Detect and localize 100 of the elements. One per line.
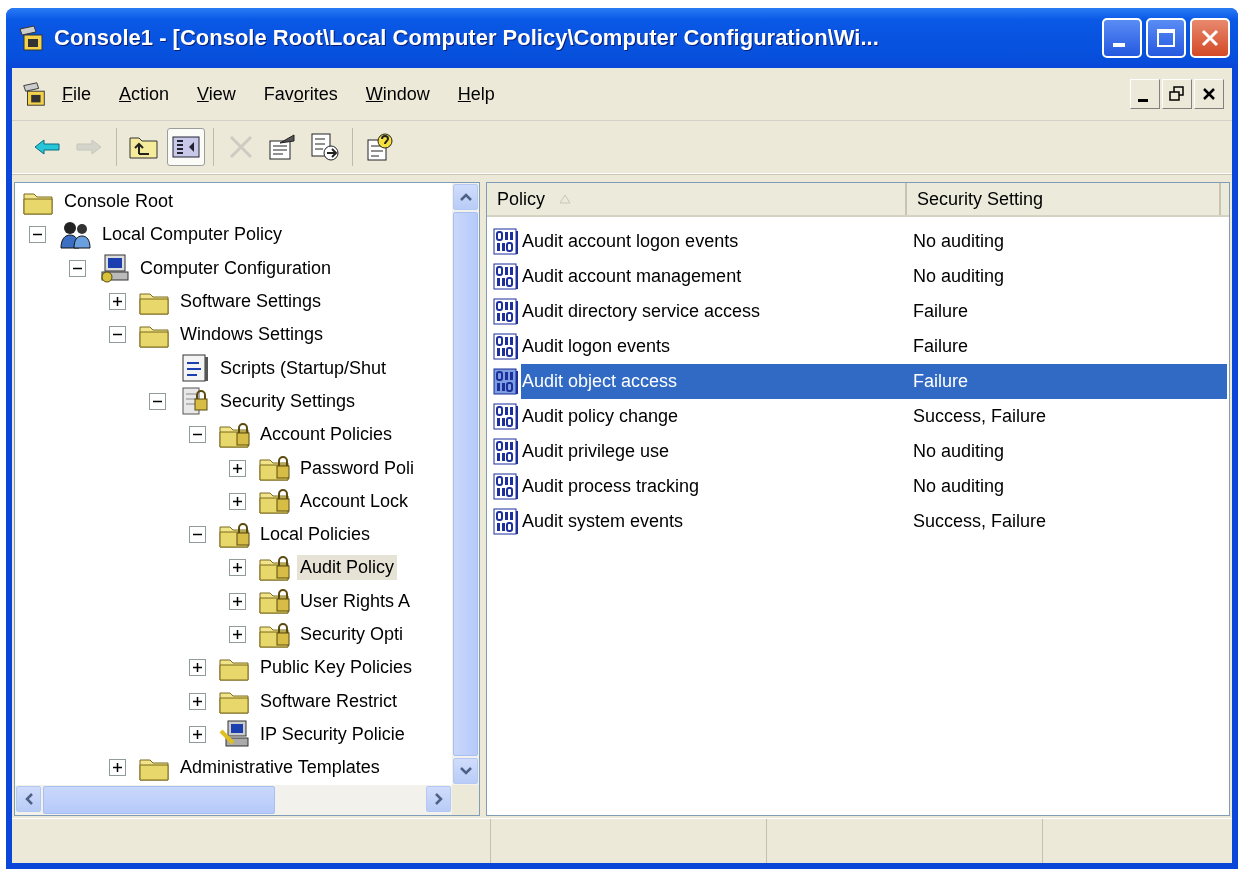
binary-policy-icon xyxy=(493,507,519,536)
plus-icon xyxy=(232,595,243,607)
expand-toggle[interactable] xyxy=(29,226,46,244)
menu-item[interactable]: View xyxy=(183,79,250,109)
chevron-down-icon xyxy=(459,767,472,775)
setting-cell-text: No auditing xyxy=(912,440,1006,463)
menu-item[interactable]: Favorites xyxy=(249,79,352,109)
locked-folder-icon xyxy=(259,455,291,481)
horizontal-scrollbar[interactable] xyxy=(15,785,452,815)
policy-cell[interactable]: Audit account management xyxy=(521,259,913,294)
tree-item[interactable]: Windows Settings xyxy=(177,322,327,348)
minimize-icon xyxy=(1113,43,1125,47)
help-icon xyxy=(365,132,395,162)
tree-item[interactable]: User Rights A xyxy=(297,588,414,614)
export-list-icon xyxy=(310,132,340,162)
expand-toggle[interactable] xyxy=(149,392,166,410)
column-header[interactable]: Policy xyxy=(487,183,907,215)
binary-policy-icon xyxy=(493,297,519,326)
menu-item[interactable]: Action xyxy=(105,79,184,109)
expand-toggle[interactable] xyxy=(109,326,126,344)
delete-icon xyxy=(228,134,254,160)
tree-item[interactable]: Scripts (Startup/Shut xyxy=(217,355,390,381)
maximize-button[interactable] xyxy=(1146,18,1186,58)
tree-pane-icon xyxy=(172,135,200,159)
back-arrow-icon xyxy=(33,138,61,156)
tree-item[interactable]: Security Opti xyxy=(297,622,407,647)
plus-icon xyxy=(112,762,123,774)
tree-item[interactable]: Local Policies xyxy=(257,522,374,548)
expand-toggle[interactable] xyxy=(189,659,206,677)
setting-cell-text: Failure xyxy=(912,335,970,358)
tree-item[interactable]: Administrative Templates xyxy=(177,755,383,781)
server-lock-icon xyxy=(179,385,211,418)
setting-cell-text: No auditing xyxy=(912,475,1006,498)
expand-toggle[interactable] xyxy=(229,459,246,477)
tree-item[interactable]: Password Poli xyxy=(297,455,418,481)
plus-icon xyxy=(192,728,203,740)
policy-cell[interactable]: Audit policy change xyxy=(521,399,913,434)
expand-toggle[interactable] xyxy=(189,725,206,743)
setting-cell-text: Success, Failure xyxy=(912,510,1048,533)
expand-toggle[interactable] xyxy=(69,259,86,277)
policy-cell[interactable]: Audit directory service access xyxy=(521,294,913,329)
chevron-right-icon xyxy=(434,793,443,805)
setting-cell-text: No auditing xyxy=(912,230,1006,253)
policy-cell[interactable]: Audit privilege use xyxy=(521,434,913,469)
expand-toggle[interactable] xyxy=(229,559,246,577)
binary-policy-icon xyxy=(493,472,519,501)
maximize-icon xyxy=(1156,28,1176,48)
expand-toggle[interactable] xyxy=(189,526,206,544)
minimize-button[interactable] xyxy=(1130,79,1160,109)
policy-cell[interactable]: Audit process tracking xyxy=(521,469,913,504)
tree-item[interactable]: Audit Policy xyxy=(297,555,398,581)
policy-cell[interactable]: Audit system events xyxy=(521,504,913,539)
policy-cell[interactable]: Audit account logon events xyxy=(521,224,913,259)
menu-item[interactable]: Window xyxy=(351,79,444,109)
column-header[interactable]: Security Setting xyxy=(907,183,1221,215)
binary-policy-icon xyxy=(493,227,519,256)
expand-toggle[interactable] xyxy=(109,293,126,311)
menu-item[interactable]: Help xyxy=(443,79,509,109)
chevron-up-icon xyxy=(459,193,472,201)
tree-item[interactable]: Software Settings xyxy=(177,289,325,315)
menu-item[interactable]: File xyxy=(48,79,105,109)
binary-policy-icon xyxy=(493,332,519,361)
close-icon xyxy=(1202,87,1216,101)
tree-item[interactable]: Account Policies xyxy=(257,422,396,448)
properties-icon xyxy=(268,133,298,161)
tree-item[interactable]: Console Root xyxy=(61,189,177,215)
tree-item[interactable]: Account Lock xyxy=(297,488,412,514)
minimize-icon xyxy=(1138,98,1148,102)
locked-folder-icon xyxy=(219,421,251,448)
forward-arrow-icon xyxy=(75,138,103,156)
restore-icon xyxy=(1169,86,1185,102)
expand-toggle[interactable] xyxy=(229,492,246,510)
expand-toggle[interactable] xyxy=(189,692,206,710)
restore-button[interactable] xyxy=(1162,79,1192,109)
plus-icon xyxy=(232,495,243,507)
expand-toggle[interactable] xyxy=(189,426,206,444)
toolbar-button[interactable] xyxy=(167,128,205,166)
binary-policy-icon xyxy=(493,262,519,291)
plus-icon xyxy=(192,662,203,674)
policy-cell[interactable]: Audit logon events xyxy=(521,329,913,364)
computer-key-icon xyxy=(219,719,251,750)
vertical-scrollbar[interactable] xyxy=(452,183,479,785)
locked-folder-icon xyxy=(259,488,291,515)
console-app-icon xyxy=(20,79,48,109)
window-title: Console1 - [Console Root\Local Computer Policy\Computer Configuration\Wi... xyxy=(54,25,880,51)
scrollbar-corner xyxy=(452,785,479,815)
tree-item[interactable]: Public Key Policies xyxy=(257,655,416,681)
tree-item[interactable]: Software Restrict xyxy=(257,688,401,714)
expand-toggle[interactable] xyxy=(109,759,126,777)
close-button[interactable] xyxy=(1194,79,1224,109)
expand-toggle[interactable] xyxy=(229,626,246,643)
tree-item[interactable]: IP Security Policie xyxy=(257,721,408,747)
folder-up-icon xyxy=(129,134,159,160)
console-app-icon xyxy=(16,23,46,53)
tree-item[interactable]: Security Settings xyxy=(217,388,359,414)
users-icon xyxy=(59,219,93,250)
computer-icon xyxy=(99,253,131,284)
tree-item[interactable]: Local Computer Policy xyxy=(99,222,286,248)
tree-item[interactable]: Computer Configuration xyxy=(137,255,335,281)
expand-toggle[interactable] xyxy=(229,592,246,610)
